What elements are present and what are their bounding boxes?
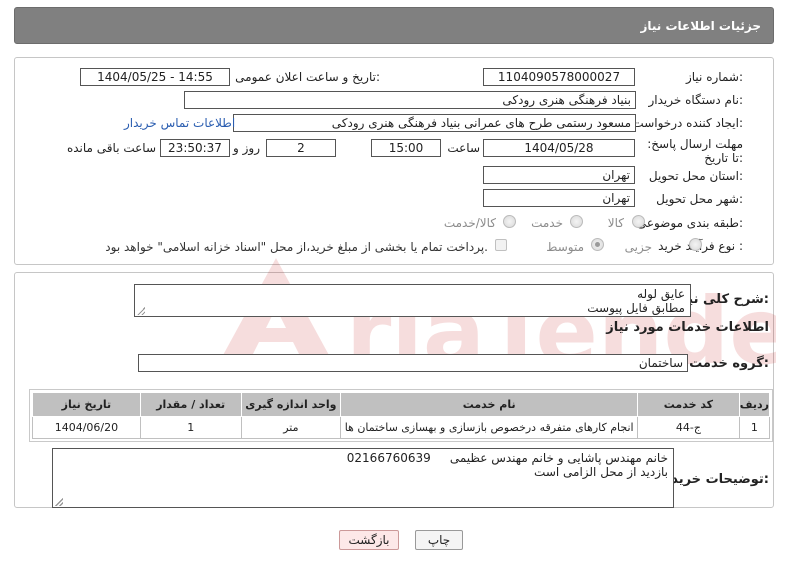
province-field: تهران <box>483 166 635 184</box>
summary-line-2: مطابق فایل پیوست <box>587 301 685 315</box>
announce-label: تاریخ و ساعت اعلان عمومی: <box>235 70 380 84</box>
buyer-contact-link[interactable]: اطلاعات تماس خریدار <box>124 116 235 130</box>
col-need-date: تاریخ نیاز <box>32 392 141 417</box>
page-header: جزئیات اطلاعات نیاز <box>14 7 774 44</box>
remaining-time-field: 23:50:37 <box>160 139 230 157</box>
col-quantity: تعداد / مقدار <box>139 392 242 417</box>
process-radio-minor[interactable] <box>689 238 702 251</box>
col-row-number: ردیف <box>738 392 771 417</box>
services-section-title: اطلاعات خدمات مورد نیاز <box>606 320 769 335</box>
city-label: شهر محل تحویل: <box>656 192 743 206</box>
days-label: روز و <box>233 141 260 155</box>
buyer-notes-textarea: خانم مهندس پاشایی و خانم مهندس عظیمی 021… <box>52 448 674 508</box>
summary-line-1: عایق لوله <box>637 287 685 301</box>
process-option-medium: متوسط <box>546 240 584 254</box>
category-radio-both[interactable] <box>503 215 516 228</box>
creator-label: ایجاد کننده درخواست: <box>632 116 743 130</box>
print-button[interactable]: چاپ <box>415 530 463 550</box>
cell-service-code: ج-44 <box>637 416 740 439</box>
process-radio-medium[interactable] <box>591 238 604 251</box>
service-group-label: گروه خدمت: <box>689 356 769 371</box>
category-label: طبقه بندی موضوعی: <box>636 216 743 230</box>
need-number-field: 1104090578000027 <box>483 68 635 86</box>
table-row: 1 ج-44 انجام کارهای متفرقه درخصوص بازساز… <box>32 416 771 439</box>
buyer-org-label: نام دستگاه خریدار: <box>648 93 744 107</box>
resize-grip-icon[interactable] <box>55 498 63 506</box>
cell-row-number: 1 <box>738 416 771 439</box>
category-radio-goods[interactable] <box>632 215 645 228</box>
deadline-label-text: مهلت ارسال پاسخ: تا تاریخ: <box>647 137 743 165</box>
province-label: استان محل تحویل: <box>648 169 743 183</box>
services-table-header: ردیف کد خدمت نام خدمت واحد اندازه گیری ت… <box>32 392 771 417</box>
days-field: 2 <box>266 139 336 157</box>
cell-unit: متر <box>240 416 342 439</box>
summary-textarea: عایق لوله مطابق فایل پیوست <box>134 284 691 317</box>
service-group-field: ساختمان <box>138 354 688 372</box>
category-option-service: خدمت <box>531 216 563 230</box>
payment-checkbox[interactable] <box>495 239 507 251</box>
need-number-label: شماره نیاز: <box>685 70 743 84</box>
deadline-date-field: 1404/05/28 <box>483 139 635 157</box>
col-service-name: نام خدمت <box>340 392 639 417</box>
col-service-code: کد خدمت <box>637 392 740 417</box>
services-table: ردیف کد خدمت نام خدمت واحد اندازه گیری ت… <box>32 392 771 439</box>
remaining-label: ساعت باقی مانده <box>66 141 156 155</box>
buyer-org-field: بنیاد فرهنگی هنری رودکی <box>184 91 636 109</box>
deadline-time-label: ساعت <box>447 141 480 155</box>
deadline-label: مهلت ارسال پاسخ: تا تاریخ: <box>643 137 743 165</box>
page-title: جزئیات اطلاعات نیاز <box>640 19 761 33</box>
process-option-minor: جزیی <box>624 240 652 254</box>
resize-grip-icon[interactable] <box>137 307 145 315</box>
cell-need-date: 1404/06/20 <box>32 416 141 439</box>
category-radio-service[interactable] <box>570 215 583 228</box>
buyer-notes-line-1: خانم مهندس پاشایی و خانم مهندس عظیمی 021… <box>346 451 668 465</box>
category-option-goods: کالا <box>607 216 624 230</box>
buyer-notes-label: توضیحات خریدار: <box>659 472 769 487</box>
category-option-both: کالا/خدمت <box>443 216 496 230</box>
buyer-notes-line-2: بازدید از محل الزامی است <box>534 465 668 479</box>
cell-quantity: 1 <box>139 416 242 439</box>
payment-note: پرداخت تمام یا بخشی از مبلغ خرید،از محل … <box>105 240 488 254</box>
city-field: تهران <box>483 189 635 207</box>
deadline-time-field: 15:00 <box>371 139 441 157</box>
col-unit: واحد اندازه گیری <box>240 392 342 417</box>
back-button[interactable]: بازگشت <box>339 530 399 550</box>
cell-service-name: انجام کارهای متفرقه درخصوص بازسازی و بهس… <box>340 416 639 439</box>
announce-field: 1404/05/25 - 14:55 <box>80 68 230 86</box>
creator-field: مسعود رستمی طرح های عمرانی بنیاد فرهنگی … <box>233 114 636 132</box>
